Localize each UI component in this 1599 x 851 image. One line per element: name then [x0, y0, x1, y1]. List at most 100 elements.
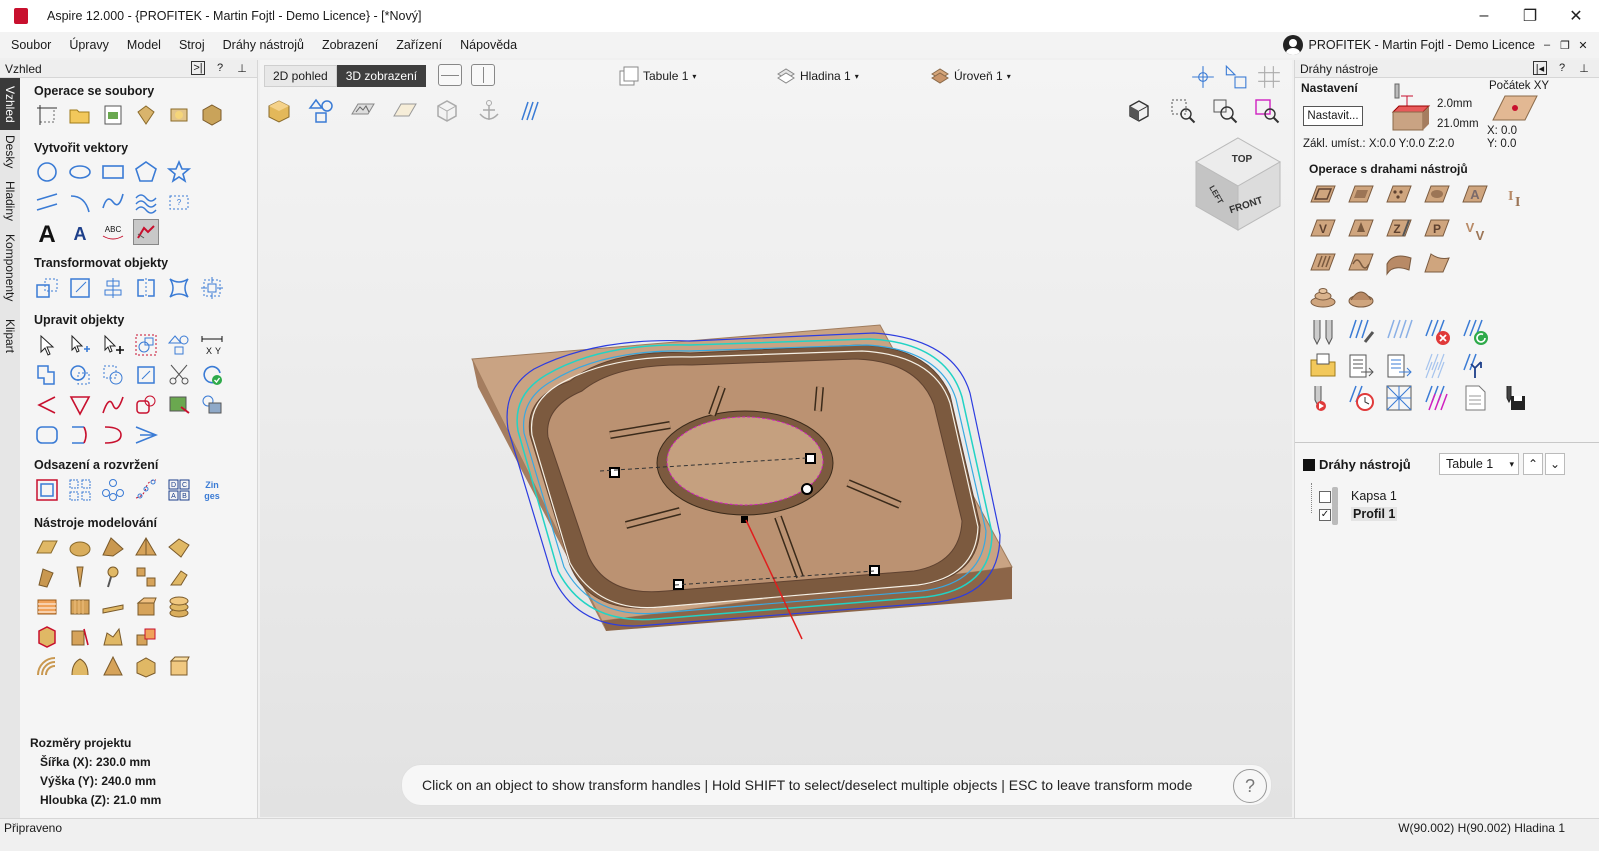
triangle-icon[interactable]: [67, 392, 93, 418]
distort-icon[interactable]: [166, 275, 192, 301]
origin-icon[interactable]: [1491, 94, 1539, 122]
move-up-button[interactable]: ⌃: [1523, 453, 1543, 475]
toolpath-pink-icon[interactable]: [1423, 384, 1451, 412]
prism-carve-icon[interactable]: P: [1423, 216, 1451, 244]
toolpath-view-icon[interactable]: [516, 96, 546, 126]
close-vectors-icon[interactable]: [199, 362, 225, 388]
node-edit-icon[interactable]: [67, 332, 93, 358]
dome-icon[interactable]: [67, 534, 93, 560]
3d-finishing-icon[interactable]: [1347, 282, 1375, 310]
wave-pattern-icon[interactable]: [133, 189, 159, 215]
edit-toolpath-icon[interactable]: [1347, 318, 1375, 346]
distort-model-icon[interactable]: [133, 564, 159, 590]
toolpath-sheet-combo[interactable]: Tabule 1 ▾: [1439, 453, 1519, 475]
auto-layout-text-icon[interactable]: A: [67, 219, 93, 245]
model-combine-icon[interactable]: [133, 624, 159, 650]
menu-edit[interactable]: Úpravy: [60, 38, 118, 52]
sheet-selector[interactable]: Tabule 1 ▾: [619, 66, 696, 86]
recalculate-toolpath-icon[interactable]: [1461, 318, 1489, 346]
cube-icon[interactable]: [166, 654, 192, 680]
model-merge-icon[interactable]: [100, 624, 126, 650]
help-button[interactable]: ?: [213, 61, 227, 75]
zoom-extents-icon[interactable]: [1210, 96, 1240, 126]
smooth-icon[interactable]: [100, 564, 126, 590]
job-setup-button[interactable]: Nastavit...: [1303, 106, 1363, 126]
menu-view[interactable]: Zobrazení: [313, 38, 387, 52]
vector-select-icon[interactable]: [1220, 62, 1250, 92]
tab-layers[interactable]: Hladiny: [0, 174, 20, 228]
text-icon[interactable]: A: [34, 219, 60, 245]
toolpath-branch-icon[interactable]: [1461, 352, 1489, 380]
delete-toolpath-icon[interactable]: [1423, 318, 1451, 346]
toolpath-list-toggle[interactable]: [1303, 459, 1315, 471]
spike-icon[interactable]: [100, 654, 126, 680]
extrude-icon[interactable]: [133, 534, 159, 560]
text-fit-icon[interactable]: Zin ges: [199, 477, 225, 503]
menu-help[interactable]: Nápověda: [451, 38, 526, 52]
two-rail-sweep-icon[interactable]: [100, 534, 126, 560]
pocket-toolpath-icon[interactable]: [1347, 182, 1375, 210]
3d-roughing-icon[interactable]: [1309, 282, 1337, 310]
open-template-icon[interactable]: [1309, 352, 1337, 380]
zoom-selection-icon[interactable]: [1252, 96, 1282, 126]
component-red-icon[interactable]: [34, 624, 60, 650]
scale-icon[interactable]: [67, 275, 93, 301]
user-area[interactable]: PROFITEK - Martin Fojtl - Demo Licence –…: [1282, 32, 1599, 58]
split-horizontal-button[interactable]: [438, 64, 462, 86]
mdi-close-button[interactable]: ✕: [1577, 39, 1589, 52]
image-trace-icon[interactable]: [166, 392, 192, 418]
fit-curves-icon[interactable]: [133, 392, 159, 418]
split-vertical-button[interactable]: [471, 64, 495, 86]
transform-mode-icon[interactable]: [100, 332, 126, 358]
sculpt-hand-icon[interactable]: [166, 564, 192, 590]
copy-along-path-icon[interactable]: [133, 477, 159, 503]
join-vectors-icon[interactable]: [67, 422, 93, 448]
array-copy-icon[interactable]: [67, 477, 93, 503]
sculpt-icon[interactable]: [34, 564, 60, 590]
maximize-button[interactable]: ❐: [1507, 0, 1553, 32]
toolpath-checkbox-kapsa[interactable]: [1319, 491, 1331, 503]
circle-icon[interactable]: [34, 159, 60, 185]
inlay-toolpath-icon[interactable]: II: [1499, 182, 1527, 210]
fluting-toolpath-icon[interactable]: [1309, 250, 1337, 278]
toolpath-tiles-icon[interactable]: [1423, 352, 1451, 380]
slice-icon[interactable]: [100, 594, 126, 620]
extend-icon[interactable]: [100, 422, 126, 448]
size-icon[interactable]: [199, 275, 225, 301]
quick-engrave-icon[interactable]: [1423, 182, 1451, 210]
trim-icon[interactable]: [166, 362, 192, 388]
pin-icon[interactable]: ⊥: [235, 61, 249, 75]
merge-toolpaths-icon[interactable]: [1385, 352, 1413, 380]
weld-icon[interactable]: [34, 362, 60, 388]
tab-clipart[interactable]: Klipart: [0, 308, 20, 364]
align-icon[interactable]: [100, 275, 126, 301]
flat-depth-icon[interactable]: Z: [1385, 216, 1413, 244]
tab-2d-view[interactable]: 2D pohled: [264, 65, 337, 87]
arc-icon[interactable]: [67, 189, 93, 215]
menu-machine[interactable]: Stroj: [170, 38, 214, 52]
anchor-icon[interactable]: [474, 96, 504, 126]
vcarve-inlay-icon[interactable]: VV: [1461, 216, 1489, 244]
save-toolpath-icon[interactable]: [1499, 384, 1527, 412]
snap-icon[interactable]: [1188, 62, 1218, 92]
intersect-icon[interactable]: [100, 362, 126, 388]
import-model-icon[interactable]: [166, 102, 192, 128]
nest-toolpath-icon[interactable]: [1385, 384, 1413, 412]
nesting-icon[interactable]: DCAB: [166, 477, 192, 503]
create-shape-icon[interactable]: [34, 534, 60, 560]
import-image-icon[interactable]: [100, 102, 126, 128]
right-pin-panel-button[interactable]: |◂: [1533, 61, 1547, 75]
mdi-restore-button[interactable]: ❐: [1559, 39, 1571, 52]
curve-icon[interactable]: [100, 189, 126, 215]
box-view-icon[interactable]: [432, 96, 462, 126]
texture-icon[interactable]: [34, 594, 60, 620]
menu-devices[interactable]: Zařízení: [387, 38, 451, 52]
circular-array-icon[interactable]: [100, 477, 126, 503]
menu-model[interactable]: Model: [118, 38, 170, 52]
job-setup-icon[interactable]: [34, 102, 60, 128]
tab-components[interactable]: Komponenty: [0, 228, 20, 308]
tab-sheets[interactable]: Desky: [0, 130, 20, 174]
iso-view-icon[interactable]: [1124, 96, 1154, 126]
import-component-icon[interactable]: [133, 102, 159, 128]
model-cut-icon[interactable]: [67, 624, 93, 650]
